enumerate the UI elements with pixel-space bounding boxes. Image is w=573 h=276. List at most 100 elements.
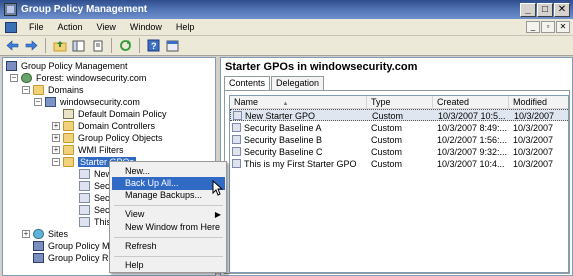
menu-item-view-label: View [125, 209, 145, 219]
tab-panel: Name ▲ Type Created Modified New Starter… [224, 90, 570, 274]
collapse-toggle[interactable]: − [22, 86, 30, 94]
menu-view[interactable]: View [90, 22, 123, 32]
mouse-pointer-icon [212, 180, 224, 196]
submenu-arrow-icon: ▶ [214, 210, 221, 219]
cell-name: This is my First Starter GPO [230, 158, 367, 170]
cell-name-text: This is my First Starter GPO [244, 159, 357, 169]
menu-item-view[interactable]: View ▶ [112, 208, 225, 221]
collapse-toggle[interactable]: − [34, 98, 42, 106]
tree-item-default-domain-policy[interactable]: Default Domain Policy [63, 108, 167, 120]
title-bar: Group Policy Management _ □ ✕ [0, 0, 573, 19]
properties-icon[interactable] [89, 37, 106, 54]
menu-item-refresh[interactable]: Refresh [112, 240, 225, 253]
table-row[interactable]: Security Baseline C Custom 10/3/2007 9:3… [230, 146, 568, 158]
sort-arrow-icon: ▲ [282, 101, 289, 107]
help-icon[interactable]: ? [145, 37, 162, 54]
tree-item-label: Default Domain Policy [78, 109, 167, 119]
cell-name-text: Security Baseline A [244, 123, 322, 133]
cell-type: Custom [371, 123, 403, 133]
domain-icon [45, 97, 56, 107]
menu-action[interactable]: Action [51, 22, 90, 32]
child-close-button[interactable]: ✕ [556, 21, 570, 33]
tree-domain-label: windowsecurity.com [60, 97, 140, 107]
column-label: Name [234, 97, 259, 107]
expand-toggle[interactable]: + [52, 134, 60, 142]
column-header-name[interactable]: Name ▲ [230, 96, 367, 109]
menu-help[interactable]: Help [169, 22, 202, 32]
details-title: Starter GPOs in windowsecurity.com [225, 61, 418, 73]
expand-toggle[interactable]: + [52, 122, 60, 130]
menu-item-new-window[interactable]: New Window from Here [112, 221, 225, 234]
tree-item-wmi-filters[interactable]: WMI Filters [63, 144, 124, 156]
menu-item-manage-backups[interactable]: Manage Backups... [112, 189, 225, 202]
tree-item-domain-controllers[interactable]: Domain Controllers [63, 120, 155, 132]
starter-gpo-icon [232, 135, 241, 144]
tree-modeling[interactable]: Group Policy Mod [33, 240, 120, 252]
table-row[interactable]: Security Baseline B Custom 10/2/2007 1:5… [230, 134, 568, 146]
menu-window[interactable]: Window [123, 22, 169, 32]
cell-created: 10/3/2007 9:32:... [437, 147, 508, 157]
tree-results-label: Group Policy Res [48, 253, 119, 263]
table-row[interactable]: This is my First Starter GPO Custom 10/3… [230, 158, 568, 170]
tree-forest[interactable]: Forest: windowsecurity.com [21, 72, 146, 84]
back-arrow-icon[interactable] [4, 37, 21, 54]
forward-arrow-icon[interactable] [23, 37, 40, 54]
tree-root[interactable]: Group Policy Management [6, 60, 128, 72]
minimize-button[interactable]: _ [520, 2, 536, 17]
column-header-created[interactable]: Created [433, 96, 509, 109]
results-icon [33, 253, 44, 263]
refresh-icon[interactable] [117, 37, 134, 54]
tree-results[interactable]: Group Policy Res [33, 252, 118, 264]
folder-icon [33, 85, 44, 95]
cell-created: 10/3/2007 8:49:... [437, 123, 508, 133]
folder-icon [63, 145, 74, 155]
tree-sites[interactable]: Sites [33, 228, 68, 240]
collapse-toggle[interactable]: − [52, 158, 60, 166]
cell-modified: 10/3/2007 [513, 159, 554, 169]
collapse-toggle[interactable]: − [10, 74, 18, 82]
expand-toggle[interactable]: + [22, 230, 30, 238]
starter-gpo-icon [79, 193, 90, 203]
console-icon[interactable] [164, 37, 181, 54]
column-header-modified[interactable]: Modified [509, 96, 568, 109]
up-folder-icon[interactable] [51, 37, 68, 54]
menu-bar: File Action View Window Help _ ▫ ✕ [0, 19, 573, 36]
starter-gpo-icon [233, 111, 242, 120]
menu-item-help[interactable]: Help [112, 259, 225, 272]
toolbar-separator [139, 38, 140, 53]
child-minimize-button[interactable]: _ [526, 21, 540, 33]
ou-folder-icon [63, 121, 74, 131]
child-restore-button[interactable]: ▫ [541, 21, 555, 33]
gpm-icon [6, 61, 17, 71]
tree-domain[interactable]: windowsecurity.com [45, 96, 140, 108]
restore-button[interactable]: □ [537, 2, 553, 17]
tab-delegation[interactable]: Delegation [271, 76, 325, 90]
tree-domains[interactable]: Domains [33, 84, 84, 96]
console-menu-icon[interactable] [5, 21, 17, 33]
cell-modified: 10/3/2007 [513, 147, 554, 157]
table-row[interactable]: Security Baseline A Custom 10/3/2007 8:4… [230, 122, 568, 134]
folder-icon [63, 133, 74, 143]
starter-gpo-icon [232, 159, 241, 168]
cell-created: 10/3/2007 10:5... [438, 111, 506, 121]
tree-item-group-policy-objects[interactable]: Group Policy Objects [63, 132, 163, 144]
table-row[interactable]: New Starter GPO Custom 10/3/2007 10:5...… [230, 109, 568, 122]
expand-toggle[interactable]: + [52, 146, 60, 154]
menu-file[interactable]: File [22, 22, 51, 32]
column-header-type[interactable]: Type [367, 96, 433, 109]
cell-created: 10/3/2007 10:4... [437, 159, 505, 169]
cell-name: New Starter GPO [231, 110, 368, 122]
starter-gpo-icon [79, 205, 90, 215]
tree-item-starter-child[interactable]: New [79, 168, 112, 180]
cell-created: 10/2/2007 1:56:... [437, 135, 508, 145]
tab-strip: Contents Delegation [224, 76, 325, 91]
show-hide-tree-icon[interactable] [70, 37, 87, 54]
cell-type: Custom [371, 159, 403, 169]
tab-contents[interactable]: Contents [224, 76, 271, 91]
starter-gpo-icon [79, 169, 90, 179]
starter-gpo-list[interactable]: Name ▲ Type Created Modified New Starter… [229, 95, 569, 273]
details-pane: Starter GPOs in windowsecurity.com Conte… [220, 57, 573, 276]
close-button[interactable]: ✕ [554, 2, 570, 17]
cell-name-text: Security Baseline B [244, 135, 323, 145]
cell-name-text: Security Baseline C [244, 147, 323, 157]
